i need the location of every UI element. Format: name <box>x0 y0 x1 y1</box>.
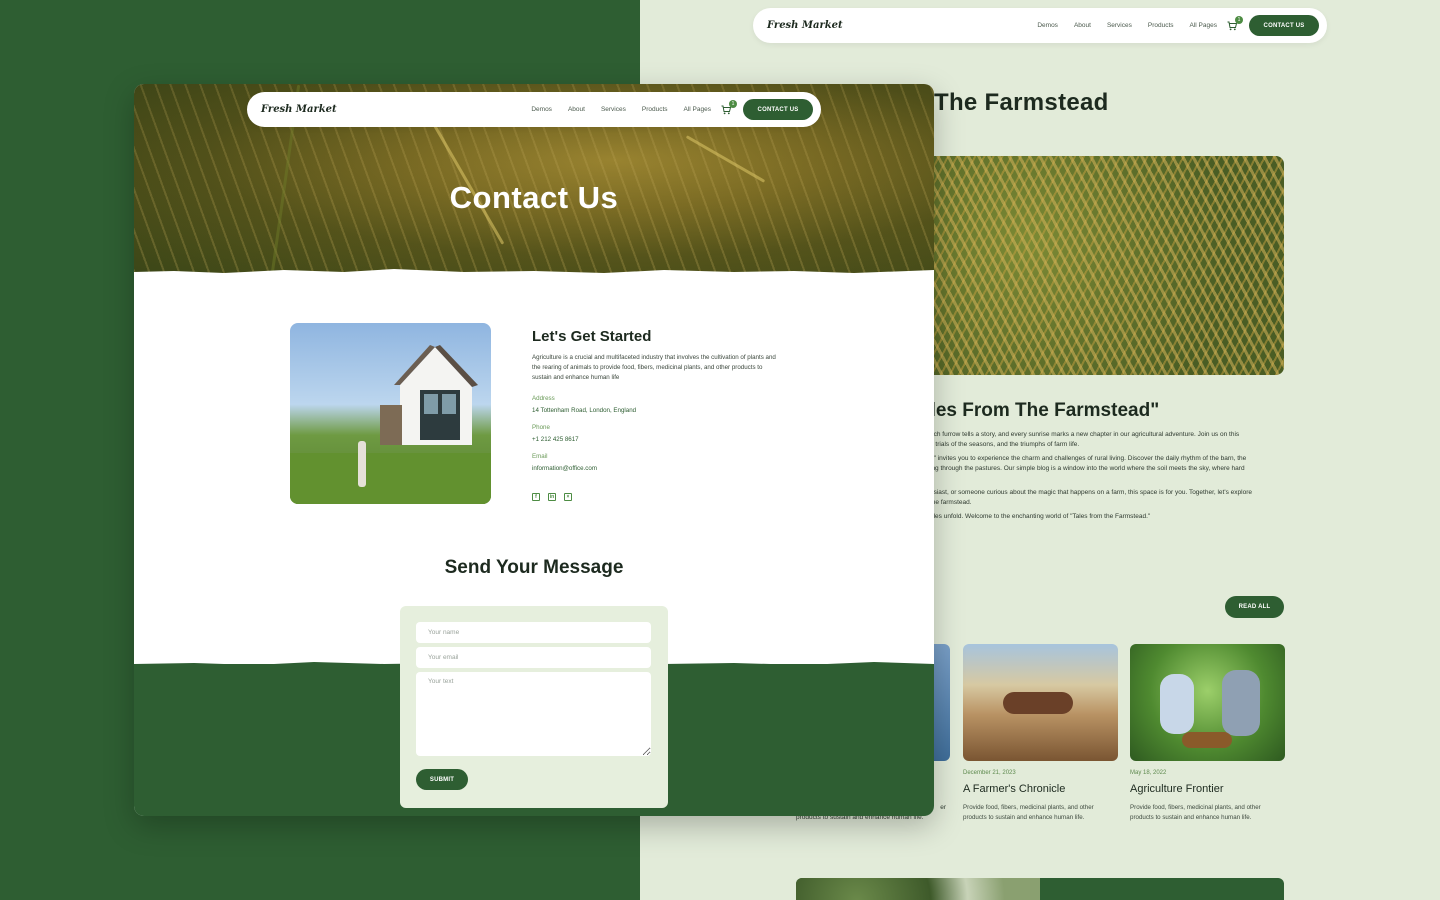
read-all-button[interactable]: READ ALL <box>1225 596 1284 618</box>
vegetables-image <box>796 878 1040 900</box>
bottom-section-preview <box>796 878 1284 900</box>
blog-navbar: Fresh Market Demos About Services Produc… <box>753 8 1327 43</box>
card-title[interactable]: A Farmer's Chronicle <box>963 783 1065 795</box>
article-paragraph-3: usiast, or someone curious about the mag… <box>930 489 1252 506</box>
address-label: Address <box>532 395 555 402</box>
nav-link-all-pages[interactable]: All Pages <box>1190 22 1217 29</box>
card-date: December 21, 2023 <box>963 770 1016 776</box>
cart-icon[interactable]: 1 <box>1227 15 1243 31</box>
logo[interactable]: Fresh Market <box>261 104 337 115</box>
card-desc: Provide food, fibers, medicinal plants, … <box>963 804 1094 821</box>
main-navbar: Fresh Market Demos About Services Produc… <box>247 92 821 127</box>
section-title: Let's Get Started <box>532 328 652 345</box>
nav-link-demos[interactable]: Demos <box>1037 22 1058 29</box>
contact-page-card: Fresh Market Demos About Services Produc… <box>134 84 934 816</box>
article-title: ales From The Farmstead" <box>920 400 1160 421</box>
blog-page-title: The Farmstead <box>934 89 1109 116</box>
nav-links: Demos About Services Products All Pages <box>1037 22 1217 29</box>
card-date: May 18, 2022 <box>1130 770 1167 776</box>
article-paragraph-1: ach furrow tells a story, and every sunr… <box>930 431 1240 448</box>
cart-icon[interactable]: 1 <box>721 99 737 115</box>
nav-link-services[interactable]: Services <box>601 106 626 113</box>
nav-link-services[interactable]: Services <box>1107 22 1132 29</box>
section-description: Agriculture is a crucial and multifacete… <box>532 354 776 381</box>
x-icon[interactable]: × <box>564 493 572 501</box>
card-image-farmers-hands[interactable] <box>963 644 1118 761</box>
phone-value[interactable]: +1 212 425 8617 <box>532 436 579 443</box>
hero-decoration <box>685 135 766 183</box>
contact-us-button[interactable]: CONTACT US <box>743 99 813 120</box>
name-input[interactable] <box>416 622 651 643</box>
facebook-icon[interactable]: f <box>532 493 540 501</box>
person-figure <box>358 441 366 487</box>
nav-link-all-pages[interactable]: All Pages <box>684 106 711 113</box>
article-paragraph-4: ales unfold. Welcome to the enchanting w… <box>930 513 1151 520</box>
submit-button[interactable]: SUBMIT <box>416 769 468 790</box>
linkedin-icon[interactable]: in <box>548 493 556 501</box>
article-paragraph-2: d" invites you to experience the charm a… <box>930 455 1247 472</box>
phone-label: Phone <box>532 424 550 431</box>
contact-form: SUBMIT <box>400 606 668 808</box>
nav-link-products[interactable]: Products <box>1148 22 1174 29</box>
page-title: Contact Us <box>449 180 619 215</box>
cart-count-badge: 1 <box>729 99 737 108</box>
nav-link-products[interactable]: Products <box>642 106 668 113</box>
logo[interactable]: Fresh Market <box>767 20 843 31</box>
hero-decoration <box>426 113 505 245</box>
nav-link-about[interactable]: About <box>568 106 585 113</box>
brush-divider <box>134 269 934 280</box>
grass-foreground <box>290 453 491 504</box>
farmhouse-image <box>290 323 491 504</box>
form-section-title: Send Your Message <box>444 557 624 578</box>
cart-count-badge: 1 <box>1235 15 1243 24</box>
message-textarea[interactable] <box>416 672 651 756</box>
card-desc: Provide food, fibers, medicinal plants, … <box>1130 804 1261 821</box>
address-value: 14 Tottenham Road, London, England <box>532 407 637 414</box>
email-value[interactable]: information@office.com <box>532 465 597 472</box>
social-links: f in × <box>532 493 572 501</box>
nav-links: Demos About Services Products All Pages <box>531 106 711 113</box>
contact-us-button[interactable]: CONTACT US <box>1249 15 1319 36</box>
card-title[interactable]: Agriculture Frontier <box>1130 783 1224 795</box>
email-label: Email <box>532 453 548 460</box>
card-image-gardeners[interactable] <box>1130 644 1285 761</box>
email-input[interactable] <box>416 647 651 668</box>
house-illustration <box>380 345 478 445</box>
wheat-field-image <box>920 156 1284 375</box>
nav-link-demos[interactable]: Demos <box>531 106 552 113</box>
nav-link-about[interactable]: About <box>1074 22 1091 29</box>
